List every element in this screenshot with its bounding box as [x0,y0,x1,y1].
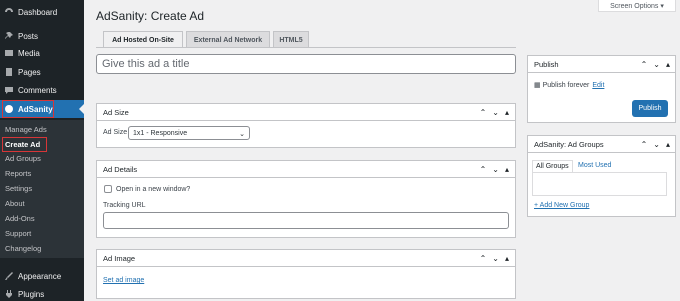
submenu-about[interactable]: About [5,199,25,209]
ad-size-header: Ad Size ⌃ ⌄ ▴ [97,104,515,121]
adsanity-submenu: Manage Ads Create Ad Ad Groups Reports S… [0,120,84,258]
ad-details-header: Ad Details ⌃ ⌄ ▴ [97,161,515,178]
tab-most-used[interactable]: Most Used [578,162,611,169]
adsanity-icon [4,104,14,114]
tracking-url-input[interactable] [103,212,509,229]
box-controls: ⌃ ⌄ ▴ [474,250,509,266]
tab-divider [96,47,516,48]
brush-icon [4,271,14,281]
toggle-arrow-icon[interactable]: ▴ [505,165,509,174]
nav-media[interactable]: Media [0,45,84,61]
tab-html5[interactable]: HTML5 [273,31,309,48]
admin-sidebar: Dashboard Posts Media Pages Comments AdS… [0,0,84,301]
box-controls: ⌃ ⌄ ▴ [474,104,509,120]
ad-title-input[interactable] [96,54,516,74]
media-icon [4,48,14,58]
nav-label: Comments [18,85,57,95]
pages-icon [4,67,14,77]
ad-image-box: Ad Image ⌃ ⌄ ▴ Set ad image [96,249,516,299]
submenu-support[interactable]: Support [5,229,31,239]
nav-adsanity[interactable]: AdSanity [0,100,84,118]
dashboard-icon [4,7,14,17]
toggle-arrow-icon[interactable]: ▴ [505,108,509,117]
box-controls: ⌃ ⌄ ▴ [635,56,670,72]
nav-pages[interactable]: Pages [0,64,84,80]
box-title: Publish [534,59,559,69]
move-up-icon[interactable]: ⌃ [641,140,648,149]
move-down-icon[interactable]: ⌄ [653,140,660,149]
submenu-add-ons[interactable]: Add-Ons [5,214,35,224]
publish-header: Publish ⌃ ⌄ ▴ [528,56,675,73]
nav-dashboard[interactable]: Dashboard [0,4,84,20]
add-new-group-link[interactable]: + Add New Group [534,202,589,209]
tracking-url-label: Tracking URL [103,202,146,209]
move-down-icon[interactable]: ⌄ [492,108,499,117]
toggle-arrow-icon[interactable]: ▴ [666,60,670,69]
ad-groups-box: AdSanity: Ad Groups ⌃ ⌄ ▴ All Groups Mos… [527,135,676,217]
ad-size-label: Ad Size [103,129,128,136]
box-controls: ⌃ ⌄ ▴ [635,136,670,152]
plugin-icon [4,289,14,299]
ad-size-select[interactable]: 1x1 - Responsive ⌄ [128,126,250,140]
tab-external-ad-network[interactable]: External Ad Network [186,31,270,48]
page-title: AdSanity: Create Ad [96,9,205,23]
box-title: AdSanity: Ad Groups [534,139,604,149]
ad-image-header: Ad Image ⌃ ⌄ ▴ [97,250,515,267]
box-title: Ad Details [103,164,138,174]
selected-value: 1x1 - Responsive [133,129,188,137]
publish-button[interactable]: Publish [632,100,668,117]
move-down-icon[interactable]: ⌄ [492,254,499,263]
nav-comments[interactable]: Comments [0,82,84,98]
nav-appearance[interactable]: Appearance [0,268,84,284]
move-down-icon[interactable]: ⌄ [653,60,660,69]
ad-details-box: Ad Details ⌃ ⌄ ▴ Open in a new window? T… [96,160,516,238]
submenu-ad-groups[interactable]: Ad Groups [5,154,41,164]
nav-label: Plugins [18,289,45,299]
nav-label: Appearance [18,271,62,281]
move-up-icon[interactable]: ⌃ [480,254,487,263]
nav-label: Posts [18,31,39,41]
box-title: Ad Image [103,253,136,263]
submenu-changelog[interactable]: Changelog [5,244,41,254]
nav-label: Dashboard [18,7,58,17]
set-ad-image-link[interactable]: Set ad image [103,277,144,284]
tab-hosted-on-site[interactable]: Ad Hosted On-Site [103,31,183,48]
move-down-icon[interactable]: ⌄ [492,165,499,174]
ad-groups-header: AdSanity: Ad Groups ⌃ ⌄ ▴ [528,136,675,153]
toggle-arrow-icon[interactable]: ▴ [666,140,670,149]
nav-plugins[interactable]: Plugins [0,286,84,301]
nav-label: AdSanity [18,104,53,114]
move-up-icon[interactable]: ⌃ [641,60,648,69]
edit-link[interactable]: Edit [592,82,604,89]
submenu-create-ad[interactable]: Create Ad [5,140,40,150]
tab-all-groups[interactable]: All Groups [532,160,573,172]
move-up-icon[interactable]: ⌃ [480,165,487,174]
pin-icon [4,31,14,41]
submenu-settings[interactable]: Settings [5,184,32,194]
comment-icon [4,85,14,95]
ad-groups-list[interactable] [532,172,667,196]
screen-options-button[interactable]: Screen Options ▾ [598,0,676,12]
toggle-arrow-icon[interactable]: ▴ [505,254,509,263]
nav-label: Media [18,48,40,58]
nav-label: Pages [18,67,41,77]
chevron-down-icon: ⌄ [239,131,245,138]
move-up-icon[interactable]: ⌃ [480,108,487,117]
publish-box: Publish ⌃ ⌄ ▴ ▦ Publish forever Edit Pub… [527,55,676,123]
box-controls: ⌃ ⌄ ▴ [474,161,509,177]
publish-status: Publish forever [542,81,590,89]
current-arrow [79,104,84,114]
publish-status-row: ▦ Publish forever Edit [534,81,604,90]
submenu-manage-ads[interactable]: Manage Ads [5,125,47,135]
submenu-reports[interactable]: Reports [5,169,31,179]
new-window-checkbox[interactable] [104,185,112,193]
box-title: Ad Size [103,107,129,117]
calendar-icon: ▦ [534,82,541,89]
ad-size-box: Ad Size ⌃ ⌄ ▴ Ad Size 1x1 - Responsive ⌄ [96,103,516,148]
nav-posts[interactable]: Posts [0,28,84,44]
new-window-label: Open in a new window? [116,186,191,193]
